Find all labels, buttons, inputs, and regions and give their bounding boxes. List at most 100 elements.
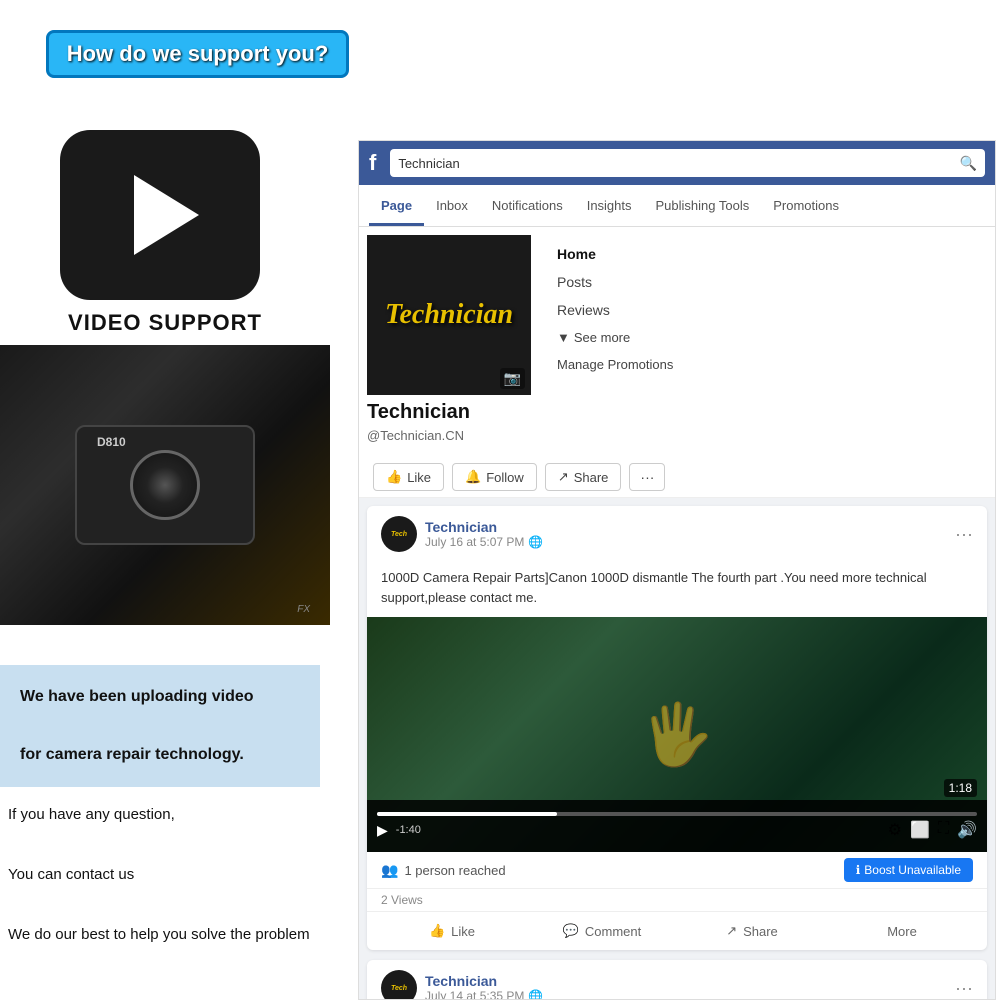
video-progress-bar[interactable]	[377, 812, 977, 816]
chevron-down-icon: ▼	[557, 330, 570, 345]
reach-text: 1 person reached	[404, 863, 505, 878]
camera-body: D810	[75, 425, 255, 545]
video-progress-fill	[377, 812, 557, 816]
post-share-icon: ↗	[726, 923, 737, 939]
fb-search-box[interactable]: Technician 🔍	[390, 149, 985, 177]
post-more-button[interactable]: More	[827, 916, 977, 946]
bottom-text-line1: If you have any question,	[8, 806, 175, 823]
blue-text-line1: We have been uploading video	[20, 688, 254, 705]
post-more-1[interactable]: ···	[955, 524, 973, 545]
left-panel: How do we support you? VIDEO SUPPORT D81…	[0, 0, 355, 1000]
post-author-1[interactable]: Technician	[425, 519, 955, 535]
post-time-2: July 14 at 5:35 PM 🌐	[425, 989, 955, 1000]
reach-icon: 👥	[381, 862, 398, 879]
search-icon[interactable]: 🔍	[960, 155, 977, 172]
video-settings-icon[interactable]: ⚙	[888, 820, 902, 840]
fb-header: f Technician 🔍	[359, 141, 995, 185]
video-control-icons: ⚙ ⬜ ⛶ 🔊	[888, 820, 977, 840]
share-label: Share	[574, 470, 609, 485]
fb-search-text: Technician	[398, 156, 953, 171]
share-button[interactable]: ↗ Share	[545, 463, 622, 491]
camera-brand-label: FX	[297, 604, 310, 615]
camera-image-inner: D810 FX	[0, 345, 330, 625]
fb-nav: Page Inbox Notifications Insights Publis…	[359, 185, 995, 227]
fb-page-header: Technician 📷 Technician @Technician.CN H…	[359, 227, 995, 457]
post-header-2: Tech Technician July 14 at 5:35 PM 🌐 ···	[367, 960, 987, 1000]
post-comment-button[interactable]: 💬 Comment	[527, 916, 677, 946]
tab-page[interactable]: Page	[369, 188, 424, 226]
more-button[interactable]: ···	[629, 463, 665, 491]
tab-publishing-tools[interactable]: Publishing Tools	[644, 188, 762, 226]
post-share-button[interactable]: ↗ Share	[677, 916, 827, 946]
post-author-2[interactable]: Technician	[425, 973, 955, 989]
page-nav-reviews[interactable]: Reviews	[549, 297, 985, 323]
views-text: 2 Views	[367, 889, 987, 912]
manage-promotions-link[interactable]: Manage Promotions	[549, 352, 985, 377]
blue-text-line3: for camera repair technology.	[20, 746, 244, 763]
see-more-label: See more	[574, 330, 630, 345]
boost-label: Boost Unavailable	[864, 863, 961, 877]
video-picture-in-picture-icon[interactable]: ⬜	[910, 820, 930, 840]
bottom-text-line3: You can contact us	[8, 866, 134, 883]
video-controls-1: ▶ -1:40 ⚙ ⬜ ⛶ 🔊	[367, 800, 987, 852]
video-content-icon: 🖐️	[640, 699, 715, 770]
post-reach-info: 👥 1 person reached	[381, 862, 836, 879]
post-card-2: Tech Technician July 14 at 5:35 PM 🌐 ···…	[367, 960, 987, 1000]
like-button[interactable]: 👍 Like	[373, 463, 444, 491]
post-comment-icon: 💬	[563, 923, 579, 939]
fb-page-handle: @Technician.CN	[367, 428, 531, 443]
camera-model-label: D810	[97, 435, 126, 449]
globe-icon-2: 🌐	[528, 989, 543, 1000]
fb-cover-img: Technician 📷	[367, 235, 531, 395]
header-title-box: How do we support you?	[46, 30, 350, 78]
post-share-label: Share	[743, 924, 778, 939]
page-nav-posts[interactable]: Posts	[549, 269, 985, 295]
fb-action-bar: 👍 Like 🔔 Follow ↗ Share ···	[359, 457, 995, 498]
video-volume-icon[interactable]: 🔊	[957, 820, 977, 840]
post-more-2[interactable]: ···	[955, 978, 973, 999]
camera-icon[interactable]: 📷	[500, 368, 525, 389]
bottom-text-line5: We do our best to help you solve the pro…	[8, 926, 310, 943]
follow-icon: 🔔	[465, 469, 481, 485]
post-meta-2: Technician July 14 at 5:35 PM 🌐	[425, 973, 955, 1000]
boost-button[interactable]: ℹ Boost Unavailable	[844, 858, 973, 882]
play-icon	[134, 175, 199, 255]
see-more-button[interactable]: ▼ See more	[549, 325, 985, 350]
header-title: How do we support you?	[67, 41, 329, 66]
video-time-remaining: -1:40	[396, 824, 421, 836]
video-controls-bottom: ▶ -1:40 ⚙ ⬜ ⛶ 🔊	[377, 820, 977, 840]
tab-inbox[interactable]: Inbox	[424, 188, 480, 226]
boost-icon: ℹ	[856, 863, 861, 877]
video-play-button[interactable]: ▶	[377, 822, 388, 839]
post-actions-1: 👍 Like 💬 Comment ↗ Share More	[367, 912, 987, 950]
video-duration-badge: 1:18	[944, 779, 977, 797]
post-video-1[interactable]: 🖐️ 1:18 ▶ -1:40 ⚙ ⬜ ⛶	[367, 617, 987, 852]
globe-icon-1: 🌐	[528, 535, 543, 549]
fb-page-name: Technician	[367, 401, 531, 424]
post-time-text-2: July 14 at 5:35 PM	[425, 989, 524, 1000]
post-header-1: Tech Technician July 16 at 5:07 PM 🌐 ···	[367, 506, 987, 562]
camera-image: D810 FX	[0, 345, 330, 625]
follow-label: Follow	[486, 470, 524, 485]
video-fullscreen-icon[interactable]: ⛶	[938, 820, 949, 840]
post-time-1: July 16 at 5:07 PM 🌐	[425, 535, 955, 549]
post-like-button[interactable]: 👍 Like	[377, 916, 527, 946]
fb-logo: f	[369, 150, 376, 176]
video-icon-container	[60, 130, 260, 300]
post-like-label: Like	[451, 924, 475, 939]
post-comment-label: Comment	[585, 924, 641, 939]
post-more-label: More	[887, 924, 917, 939]
camera-lens	[130, 450, 200, 520]
page-nav-home[interactable]: Home	[549, 241, 985, 267]
follow-button[interactable]: 🔔 Follow	[452, 463, 537, 491]
video-support-label: VIDEO SUPPORT	[20, 310, 310, 336]
fb-page-nav: Home Posts Reviews ▼ See more Manage Pro…	[549, 241, 985, 377]
post-avatar-2: Tech	[381, 970, 417, 1000]
tab-promotions[interactable]: Promotions	[761, 188, 851, 226]
post-meta-1: Technician July 16 at 5:07 PM 🌐	[425, 519, 955, 549]
post-stats-1: 👥 1 person reached ℹ Boost Unavailable	[367, 852, 987, 889]
tab-notifications[interactable]: Notifications	[480, 188, 575, 226]
header-banner: How do we support you?	[50, 30, 345, 78]
bottom-text: If you have any question, You can contac…	[8, 800, 348, 950]
tab-insights[interactable]: Insights	[575, 188, 644, 226]
